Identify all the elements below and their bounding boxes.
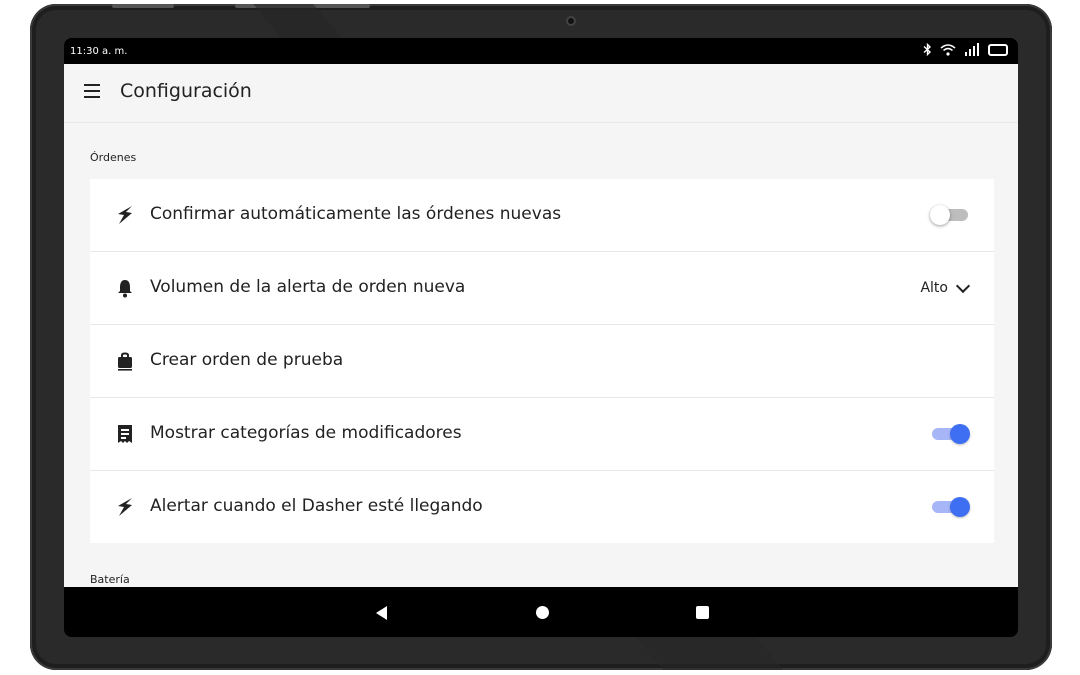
menu-icon[interactable] (84, 84, 100, 98)
setting-label: Alertar cuando el Dasher esté llegando (150, 496, 483, 516)
wifi-icon (940, 43, 956, 56)
toggle-knob (950, 497, 970, 517)
toggle-knob (930, 205, 950, 225)
setting-label: Volumen de la alerta de orden nueva (150, 277, 466, 297)
receipt-icon (118, 425, 132, 443)
navigation-bar (64, 587, 1018, 637)
volume-button (112, 4, 174, 8)
home-icon[interactable] (536, 606, 549, 619)
alert-volume-dropdown[interactable]: Alto (920, 278, 971, 296)
settings-content[interactable]: Órdenes Confirmar automáticamente las ór… (64, 123, 1018, 587)
recents-icon[interactable] (696, 606, 709, 619)
lightning-icon (118, 498, 132, 516)
auto-confirm-toggle[interactable] (930, 205, 968, 225)
back-icon[interactable] (376, 606, 387, 620)
status-time: 11:30 a. m. (70, 46, 128, 57)
setting-label: Confirmar automáticamente las órdenes nu… (150, 204, 562, 224)
section-label-ordenes: Órdenes (90, 151, 137, 164)
chevron-down-icon (955, 278, 971, 294)
app-bar: Configuración (64, 64, 1018, 123)
setting-label: Crear orden de prueba (150, 350, 344, 370)
status-icons (923, 43, 1008, 56)
setting-create-test-order[interactable]: Crear orden de prueba (90, 325, 994, 398)
status-bar: 11:30 a. m. (64, 38, 1018, 64)
signal-5g-icon (965, 43, 979, 56)
bezel-reflection (633, 634, 787, 670)
bag-icon (118, 352, 132, 371)
toggle-knob (950, 424, 970, 444)
setting-show-modifier-categories[interactable]: Mostrar categorías de modificadores (90, 398, 994, 471)
ordenes-settings-card: Confirmar automáticamente las órdenes nu… (90, 179, 994, 543)
setting-alert-volume[interactable]: Volumen de la alerta de orden nueva Alto (90, 252, 994, 325)
front-camera (566, 16, 576, 26)
page-title: Configuración (120, 80, 252, 102)
screen: 11:30 a. m. Configuración Órdenes Confir… (64, 38, 1018, 637)
bell-icon (118, 280, 132, 298)
lightning-icon (118, 206, 132, 224)
setting-dasher-arriving-alert[interactable]: Alertar cuando el Dasher esté llegando (90, 471, 994, 543)
dasher-arriving-toggle[interactable] (932, 497, 970, 517)
dropdown-value: Alto (920, 280, 948, 296)
modifier-categories-toggle[interactable] (932, 424, 970, 444)
bluetooth-icon (923, 43, 932, 56)
section-label-bateria: Batería (90, 573, 130, 586)
setting-auto-confirm[interactable]: Confirmar automáticamente las órdenes nu… (90, 179, 994, 252)
battery-icon (988, 43, 1008, 56)
setting-label: Mostrar categorías de modificadores (150, 423, 462, 443)
